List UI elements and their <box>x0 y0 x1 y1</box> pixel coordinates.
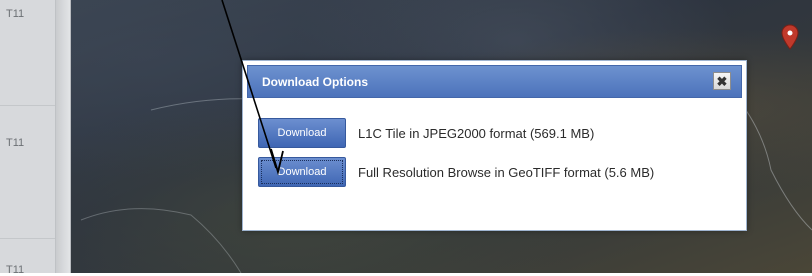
download-option-label: Full Resolution Browse in GeoTIFF format… <box>358 164 655 180</box>
row-label: T11 <box>6 8 25 20</box>
download-geotiff-browse-button[interactable]: Download <box>258 157 346 187</box>
download-option-label: L1C Tile in JPEG2000 format (569.1 MB) <box>358 125 595 141</box>
download-option-row: Download L1C Tile in JPEG2000 format (56… <box>258 118 594 148</box>
download-options-dialog: Download Options ✖ Download L1C Tile in … <box>242 60 747 231</box>
panel-scroll-gutter[interactable] <box>55 0 70 273</box>
download-option-row: Download Full Resolution Browse in GeoTI… <box>258 157 654 187</box>
left-grid-panel: T11 T11 T11 <box>0 0 71 276</box>
download-l1c-tile-button[interactable]: Download <box>258 118 346 148</box>
map-marker-icon[interactable] <box>781 24 799 50</box>
row-label: T11 <box>6 264 25 276</box>
dialog-header[interactable]: Download Options ✖ <box>247 65 742 98</box>
row-divider <box>0 238 55 239</box>
dialog-title: Download Options <box>262 75 368 89</box>
row-divider <box>0 105 55 106</box>
row-label: T11 <box>6 137 25 149</box>
close-icon[interactable]: ✖ <box>713 72 731 90</box>
